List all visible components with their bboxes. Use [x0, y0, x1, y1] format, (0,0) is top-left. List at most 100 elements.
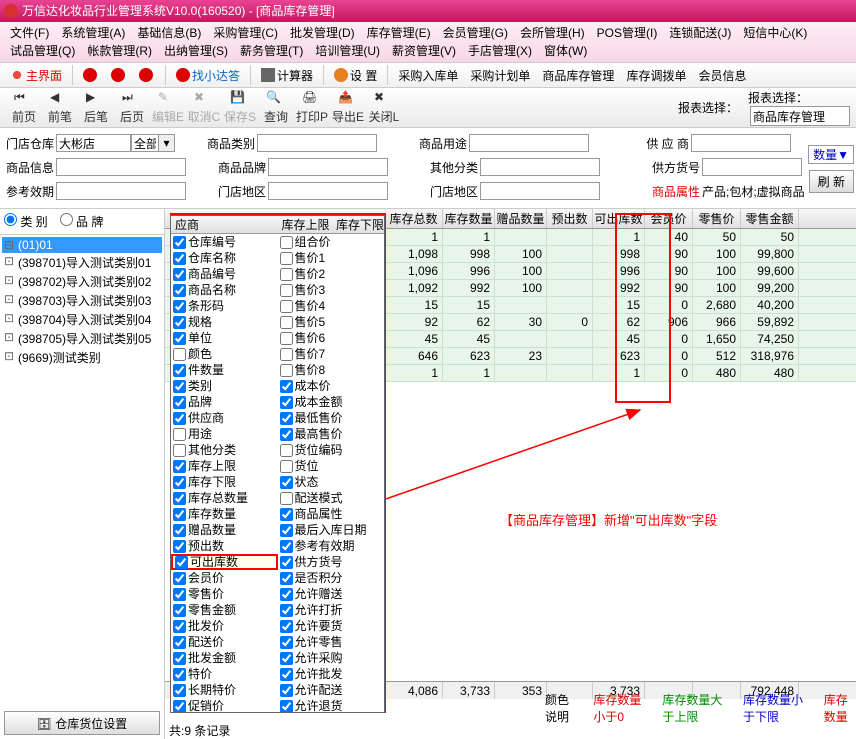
menu-item[interactable]: 试品管理(Q) — [4, 42, 81, 60]
column-option[interactable]: 售价1 — [278, 250, 385, 266]
tree-node[interactable]: (398702)导入测试类别02 — [2, 272, 162, 291]
grid-header[interactable]: 赠品数量 — [495, 209, 547, 228]
column-option[interactable]: 允许打折 — [278, 602, 385, 618]
store-input[interactable] — [56, 134, 131, 152]
grid-header[interactable]: 库存总数量 — [385, 209, 443, 228]
menu-item[interactable]: 短信中心(K) — [737, 24, 813, 42]
grid-header[interactable]: 会员价 — [645, 209, 693, 228]
column-option[interactable]: 参考有效期 — [278, 538, 385, 554]
menu-item[interactable]: 采购管理(C) — [207, 24, 284, 42]
column-option[interactable]: 商品属性 — [278, 506, 385, 522]
member-info-button[interactable]: 会员信息 — [692, 63, 752, 87]
menu-item[interactable]: 文件(F) — [4, 24, 55, 42]
column-option[interactable]: 颜色 — [171, 346, 278, 362]
column-option[interactable]: 允许零售 — [278, 634, 385, 650]
use-input[interactable] — [469, 134, 589, 152]
column-option[interactable]: 允许赠送 — [278, 586, 385, 602]
menu-item[interactable]: 帐款管理(R) — [81, 42, 158, 60]
warehouse-loc-button[interactable]: 🗄 仓库货位设置 — [4, 711, 160, 735]
toolbar-关闭L[interactable]: ✖关闭L — [366, 90, 402, 125]
column-option[interactable]: 零售金额 — [171, 602, 278, 618]
supplier-input[interactable] — [691, 134, 791, 152]
menu-item[interactable]: 手店管理(X) — [462, 42, 538, 60]
column-option[interactable]: 供方货号 — [278, 554, 385, 570]
column-option[interactable]: 其他分类 — [171, 442, 278, 458]
toolbar-后页[interactable]: ⏭后页 — [114, 90, 150, 125]
toolbar-查询[interactable]: 🔍查询 — [258, 90, 294, 125]
column-option[interactable]: 最低售价 — [278, 410, 385, 426]
tree-node[interactable]: (398701)导入测试类别01 — [2, 253, 162, 272]
column-option[interactable]: 允许采购 — [278, 650, 385, 666]
column-option[interactable]: 促销价 — [171, 698, 278, 712]
column-option[interactable]: 长期特价 — [171, 682, 278, 698]
column-option[interactable]: 成本金额 — [278, 394, 385, 410]
menu-item[interactable]: 出纳管理(S) — [158, 42, 234, 60]
column-option[interactable]: 会员价 — [171, 570, 278, 586]
stock-transfer-button[interactable]: 库存调拨单 — [620, 63, 692, 87]
column-option[interactable]: 库存上限 — [171, 458, 278, 474]
column-option[interactable]: 仓库编号 — [171, 234, 278, 250]
column-option[interactable]: 状态 — [278, 474, 385, 490]
grid-header[interactable]: 零售金额 — [741, 209, 799, 228]
stock-mgmt-button[interactable]: 商品库存管理 — [536, 63, 620, 87]
column-option[interactable]: 件数量 — [171, 362, 278, 378]
column-option[interactable]: 售价3 — [278, 282, 385, 298]
column-option[interactable]: 售价7 — [278, 346, 385, 362]
column-option[interactable]: 库存总数量 — [171, 490, 278, 506]
find-da-button[interactable]: 找小达答 — [170, 63, 246, 87]
purchase-plan-button[interactable]: 采购计划单 — [464, 63, 536, 87]
column-option[interactable]: 单位 — [171, 330, 278, 346]
user-icon[interactable] — [133, 63, 161, 87]
cat-input[interactable] — [257, 134, 377, 152]
column-option[interactable]: 用途 — [171, 426, 278, 442]
menu-item[interactable]: 会所管理(H) — [514, 24, 591, 42]
menu-item[interactable]: 窗体(W) — [538, 42, 593, 60]
column-option[interactable]: 库存下限 — [171, 474, 278, 490]
grid-header[interactable]: 零售价 — [693, 209, 741, 228]
report-select-input[interactable] — [750, 106, 850, 126]
column-option[interactable]: 规格 — [171, 314, 278, 330]
tree-node[interactable]: (01)01 — [2, 237, 162, 253]
radio-brand[interactable]: 品 牌 — [60, 213, 104, 230]
column-option[interactable]: 最后入库日期 — [278, 522, 385, 538]
calculator-button[interactable]: 计算器 — [255, 63, 319, 87]
column-option[interactable]: 货位 — [278, 458, 385, 474]
menu-item[interactable]: 会员管理(G) — [437, 24, 514, 42]
column-option[interactable]: 类别 — [171, 378, 278, 394]
toolbar-编辑E[interactable]: ✎编辑E — [150, 90, 186, 125]
column-option[interactable]: 货位编码 — [278, 442, 385, 458]
menu-item[interactable]: 薪资管理(V) — [386, 42, 462, 60]
column-option[interactable]: 售价4 — [278, 298, 385, 314]
toolbar-前页[interactable]: ⏮前页 — [6, 90, 42, 125]
column-option[interactable]: 仓库名称 — [171, 250, 278, 266]
column-option[interactable]: 配送价 — [171, 634, 278, 650]
column-option[interactable]: 赠品数量 — [171, 522, 278, 538]
column-option[interactable]: 供应商 — [171, 410, 278, 426]
column-option[interactable]: 零售价 — [171, 586, 278, 602]
radio-category[interactable]: 类 别 — [4, 213, 48, 230]
column-option[interactable]: 允许批发 — [278, 666, 385, 682]
brand-input[interactable] — [268, 158, 388, 176]
column-option[interactable]: 是否积分 — [278, 570, 385, 586]
column-option[interactable]: 配送模式 — [278, 490, 385, 506]
ref-input[interactable] — [56, 182, 186, 200]
toolbar-打印P[interactable]: 🖨打印P — [294, 90, 330, 125]
lock-icon[interactable] — [77, 63, 105, 87]
column-option[interactable]: 可出库数 — [171, 554, 278, 570]
column-option[interactable]: 商品编号 — [171, 266, 278, 282]
column-option[interactable]: 商品名称 — [171, 282, 278, 298]
column-option[interactable]: 条形码 — [171, 298, 278, 314]
column-option[interactable]: 允许配送 — [278, 682, 385, 698]
toolbar-后笔[interactable]: ▶后笔 — [78, 90, 114, 125]
column-option[interactable]: 特价 — [171, 666, 278, 682]
region2-input[interactable] — [480, 182, 600, 200]
column-option[interactable]: 批发价 — [171, 618, 278, 634]
toolbar-保存S[interactable]: 💾保存S — [222, 90, 258, 125]
column-option[interactable]: 最高售价 — [278, 426, 385, 442]
tree-node[interactable]: (398703)导入测试类别03 — [2, 291, 162, 310]
menu-item[interactable]: 连锁配送(J) — [663, 24, 737, 42]
column-option[interactable]: 允许退货 — [278, 698, 385, 712]
toolbar-前笔[interactable]: ◀前笔 — [42, 90, 78, 125]
menu-item[interactable]: 薪务管理(T) — [234, 42, 309, 60]
menu-item[interactable]: 基础信息(B) — [131, 24, 207, 42]
